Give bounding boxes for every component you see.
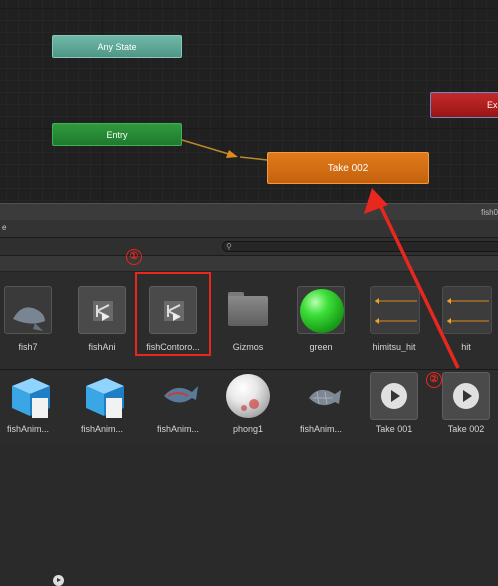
asset-label: phong1 [232,424,264,434]
asset-path-bar [0,256,498,272]
green-sphere [300,289,344,333]
fish-mesh-icon [297,372,345,420]
material-sphere-icon [224,372,272,420]
animator-graph-canvas[interactable]: Any State Entry Take 002 Ex [0,0,498,203]
asset-label: fishAnim... [6,424,49,434]
prefab-cube-icon [78,372,126,420]
animation-take-icon [370,372,418,420]
asset-label: himitsu_hit [372,342,416,352]
asset-label: fishAnim... [156,424,199,434]
animator-controller-icon [78,286,126,334]
annotation-marker-1: ① [126,249,142,265]
expand-arrow-icon[interactable] [53,575,64,586]
prefab-cube-icon [4,372,52,420]
asset-grid-row-1: fish7 fishAni fishContoro... Gizmos gree… [0,272,498,586]
search-input[interactable] [222,241,498,252]
asset-label: Gizmos [232,342,264,352]
fish-mesh-icon [154,372,202,420]
transition-line-tail [239,156,268,161]
asset-label: green [309,342,333,352]
folder-body [228,296,268,326]
transition-layer [181,139,268,161]
material-sphere-icon [297,286,345,334]
asset-label: fishAnim... [80,424,123,434]
play-icon [453,383,479,409]
animation-take-icon [442,372,490,420]
header-bar-text: fish0 [481,208,498,217]
phong-sphere [226,374,270,418]
asset-label: fishAnim... [299,424,342,434]
project-search-row: ⚲ [0,238,498,256]
asset-label: fishAni [88,342,116,352]
fish-model-icon [4,286,52,334]
search-icon: ⚲ [226,242,232,251]
asset-grid-row-2: fishAnim... fishAnim... fishAnim... phon… [0,370,498,444]
transition-arrow-entry-take002[interactable] [181,139,233,156]
play-icon [381,383,407,409]
asset-label: Take 001 [375,424,413,434]
highlight-box-fish-controller [135,272,211,356]
project-toolbar: e [0,220,498,238]
asset-label: hit [461,342,471,352]
annotation-marker-2: ② [426,372,442,388]
asset-label: fish7 [18,342,38,352]
asset-label: Take 002 [447,424,485,434]
animation-clip-icon [370,286,420,334]
folder-icon [224,286,272,334]
transition-arrowhead [226,150,238,158]
animation-clip-icon [442,286,492,334]
toolbar-text: e [2,223,7,232]
panel-header-bar: fish0 [0,203,498,220]
